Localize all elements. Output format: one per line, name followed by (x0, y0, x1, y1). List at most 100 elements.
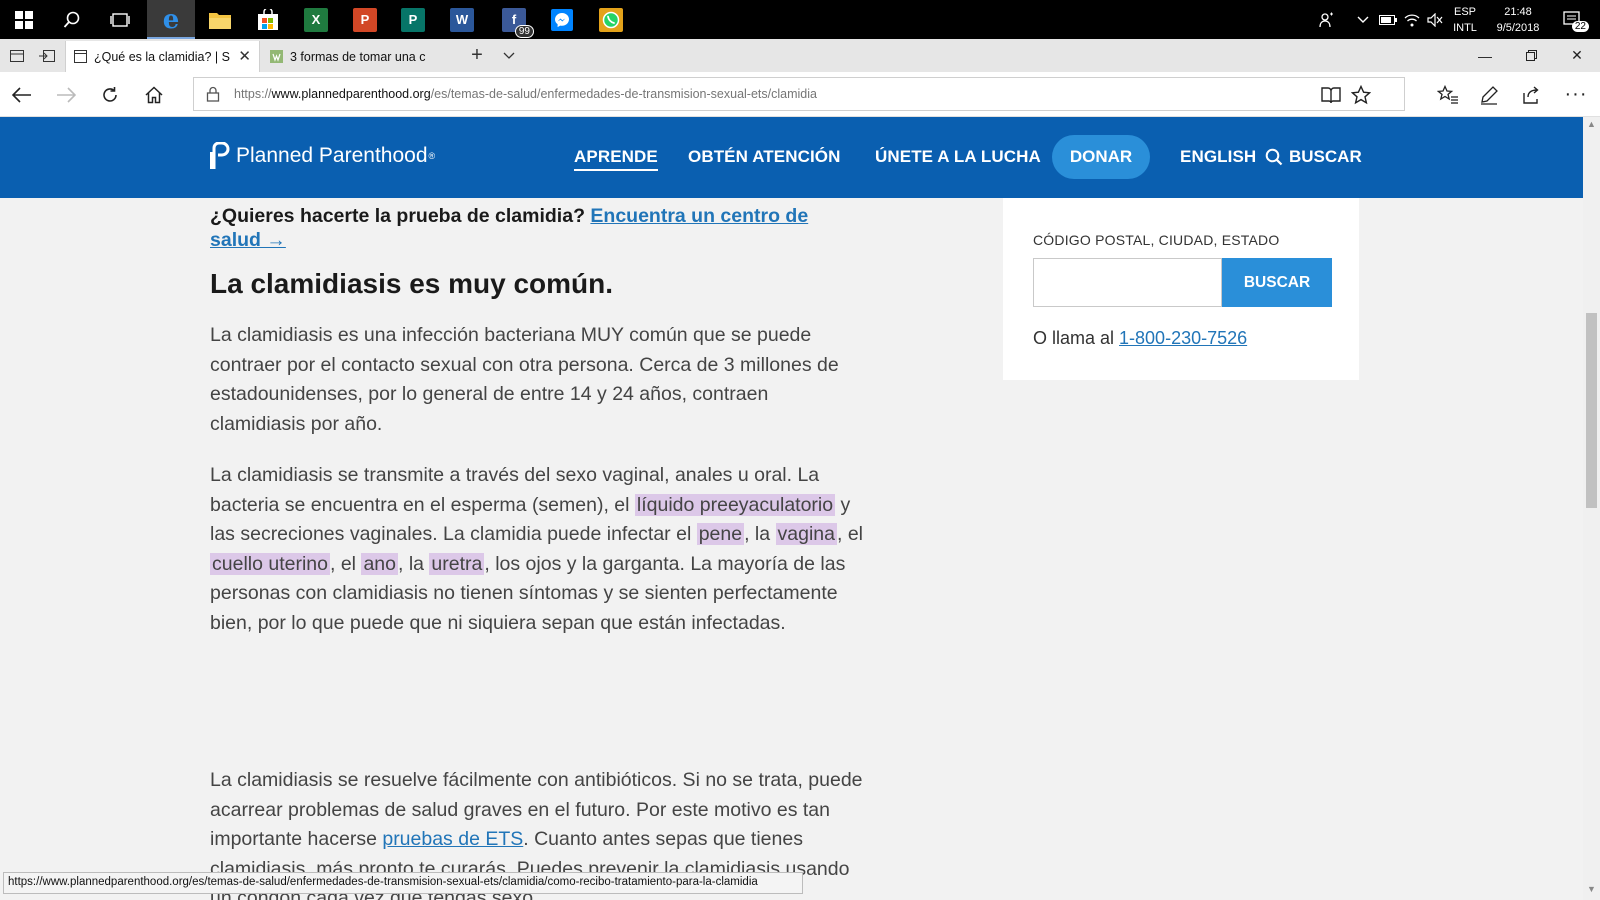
taskbar-powerpoint[interactable]: P (341, 0, 389, 39)
nav-obten-atencion[interactable]: OBTÉN ATENCIÓN (688, 147, 841, 167)
vertical-scrollbar[interactable]: ▲ ▼ (1583, 117, 1600, 900)
folder-icon (209, 12, 231, 29)
browser-tab-strip: ¿Qué es la clamidia? | Sí ✕ 3 formas de … (0, 39, 1600, 72)
taskbar-whatsapp[interactable] (587, 0, 635, 39)
url-text[interactable]: https://www.plannedparenthood.org/es/tem… (234, 87, 817, 101)
arrow-right-icon (57, 86, 76, 103)
taskbar-facebook[interactable]: f 99 (490, 0, 538, 39)
tab-captura[interactable]: 3 formas de tomar una capt (262, 41, 452, 72)
more-button[interactable]: ··· (1556, 72, 1596, 117)
windows-start-button[interactable] (0, 0, 48, 39)
home-button[interactable] (132, 72, 176, 117)
messenger-icon (551, 8, 573, 31)
taskbar-file-explorer[interactable] (196, 0, 244, 39)
glossary-liquido-preeyaculatorio[interactable]: líquido preeyaculatorio (634, 493, 836, 516)
web-note-button[interactable] (1469, 72, 1509, 117)
nav-aprende[interactable]: APRENDE (574, 147, 658, 171)
pruebas-de-ets-link[interactable]: pruebas de ETS (382, 828, 523, 850)
nav-buscar[interactable]: BUSCAR (1265, 147, 1362, 167)
input-language[interactable]: ESP INTL (1448, 4, 1482, 36)
tab-label: 3 formas de tomar una capt (290, 49, 426, 64)
taskbar-search-button[interactable] (48, 0, 96, 39)
action-center-button[interactable]: 22 (1556, 0, 1592, 39)
show-tab-previews-button[interactable] (494, 39, 524, 72)
people-icon[interactable] (1312, 0, 1342, 39)
health-center-finder: CÓDIGO POSTAL, CIUDAD, ESTADO BUSCAR O l… (1003, 198, 1359, 380)
wifi-icon[interactable] (1400, 0, 1424, 39)
task-view-button[interactable] (96, 0, 144, 39)
pp-logo-icon (210, 142, 230, 169)
chevron-up-icon[interactable] (1352, 0, 1374, 39)
search-icon (1265, 148, 1283, 166)
facebook-badge: 99 (514, 24, 534, 38)
reading-view-button[interactable] (1318, 82, 1344, 108)
share-button[interactable] (1512, 72, 1552, 117)
keyboard-layout: INTL (1453, 22, 1477, 34)
tab-clamidia[interactable]: ¿Qué es la clamidia? | Sí ✕ (65, 41, 260, 72)
more-dots-icon: ··· (1564, 83, 1588, 105)
url-scheme: https:// (234, 87, 272, 101)
scrollbar-thumb[interactable] (1586, 313, 1597, 508)
location-input[interactable] (1033, 258, 1222, 307)
battery-icon[interactable] (1376, 0, 1400, 39)
chevron-down-icon (503, 52, 515, 59)
navigation-bar: https://www.plannedparenthood.org/es/tem… (0, 72, 1600, 117)
minimize-button[interactable]: — (1462, 39, 1508, 72)
refresh-button[interactable] (88, 72, 132, 117)
tab-preview-button[interactable] (2, 39, 32, 72)
taskbar-store[interactable] (244, 0, 292, 39)
planned-parenthood-logo[interactable]: Planned Parenthood ® (210, 141, 435, 171)
cta-question: ¿Quieres hacerte la prueba de clamidia? (210, 205, 585, 227)
nav-english[interactable]: ENGLISH (1180, 147, 1256, 167)
home-icon (145, 85, 163, 103)
restore-button[interactable] (1508, 39, 1554, 72)
buscar-button[interactable]: BUSCAR (1222, 258, 1332, 307)
book-icon (1321, 87, 1341, 104)
volume-muted-icon[interactable] (1424, 0, 1446, 39)
facebook-glyph: f (511, 12, 517, 27)
excel-icon: X (304, 7, 328, 32)
address-bar[interactable]: https://www.plannedparenthood.org/es/tem… (193, 77, 1405, 111)
add-favorite-button[interactable] (1348, 82, 1374, 108)
glossary-pene[interactable]: pene (696, 523, 745, 546)
set-tabs-aside-button[interactable] (32, 39, 62, 72)
glossary-cuello-uterino[interactable]: cuello uterino (210, 552, 330, 575)
donar-button[interactable]: DONAR (1052, 135, 1150, 179)
taskbar-excel[interactable]: X (292, 0, 340, 39)
nav-unete[interactable]: ÚNETE A LA LUCHA (875, 147, 1041, 167)
restore-icon (1525, 50, 1537, 61)
scroll-down-icon[interactable]: ▼ (1583, 884, 1600, 898)
close-icon: ✕ (1571, 47, 1583, 63)
windows-logo-icon (15, 10, 33, 29)
phone-link[interactable]: 1-800-230-7526 (1119, 328, 1247, 348)
taskbar-publisher[interactable]: P (389, 0, 437, 39)
taskbar-word[interactable]: W (438, 0, 486, 39)
edge-icon: e (162, 4, 180, 35)
glossary-ano[interactable]: ano (361, 552, 398, 575)
pen-icon (1481, 85, 1498, 105)
logo-registered-mark: ® (428, 151, 436, 161)
forward-button[interactable] (44, 72, 88, 117)
taskbar-edge[interactable]: e (147, 0, 195, 39)
url-host: www.plannedparenthood.org (271, 87, 431, 101)
share-icon (1523, 85, 1539, 104)
tabs-aside-icon (10, 49, 24, 62)
clock-date: 9/5/2018 (1496, 22, 1540, 34)
favorites-hub-button[interactable] (1428, 72, 1468, 117)
text-span: , el (330, 552, 362, 575)
test-cta: ¿Quieres hacerte la prueba de clamidia? … (210, 204, 860, 252)
close-tab-icon[interactable]: ✕ (238, 47, 251, 65)
paragraph-intro: La clamidiasis es una infección bacteria… (210, 324, 839, 435)
new-tab-button[interactable]: + (462, 39, 492, 72)
system-clock[interactable]: 21:48 9/5/2018 (1488, 4, 1548, 36)
back-button[interactable] (0, 72, 44, 117)
glossary-vagina[interactable]: vagina (775, 523, 837, 546)
taskbar-messenger[interactable] (538, 0, 586, 39)
glossary-uretra[interactable]: uretra (429, 552, 485, 575)
set-aside-icon (39, 49, 55, 62)
close-window-button[interactable]: ✕ (1554, 39, 1600, 72)
scroll-up-icon[interactable]: ▲ (1583, 119, 1600, 133)
refresh-icon (103, 86, 117, 102)
url-path: /es/temas-de-salud/enfermedades-de-trans… (430, 87, 817, 101)
facebook-icon: f 99 (502, 7, 534, 38)
